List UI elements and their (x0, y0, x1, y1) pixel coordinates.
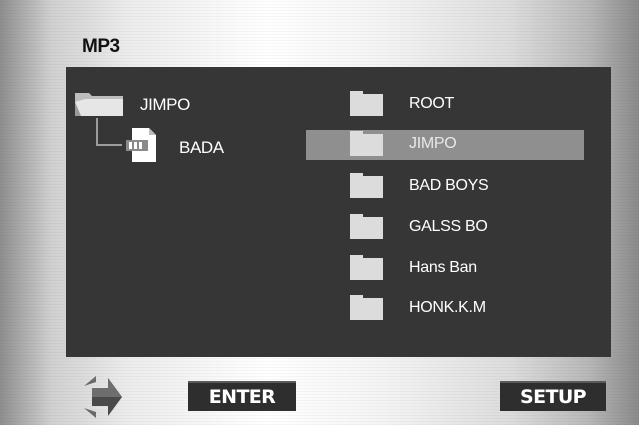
list-item[interactable]: ROOT (306, 90, 584, 120)
tree-root-label[interactable]: JIMPO (140, 95, 190, 115)
folder-icon (350, 214, 383, 239)
list-item[interactable]: Hans Ban (306, 254, 584, 284)
tree-connector-line (96, 118, 122, 146)
list-item-label: ROOT (409, 95, 455, 112)
folder-icon (350, 295, 383, 320)
folder-open-icon[interactable] (75, 90, 123, 116)
page-title: MP3 (82, 36, 120, 57)
list-item-label: HONK.K.M (409, 299, 486, 316)
list-item-label: Hans Ban (409, 259, 477, 276)
list-item[interactable]: GALSS BO (306, 213, 584, 243)
enter-button[interactable]: ENTER (188, 381, 296, 411)
mp3-file-icon[interactable] (126, 128, 158, 162)
list-item[interactable]: HONK.K.M (306, 294, 584, 324)
tree-child-label[interactable]: BADA (179, 138, 224, 158)
setup-button[interactable]: SETUP (500, 381, 606, 411)
list-item-label: JIMPO (409, 135, 457, 152)
folder-icon (350, 91, 383, 116)
folder-icon (350, 173, 383, 198)
folder-icon (350, 131, 383, 156)
directional-arrows-icon[interactable] (78, 374, 122, 420)
list-item-selected[interactable]: JIMPO (306, 130, 584, 160)
list-item-label: GALSS BO (409, 218, 488, 235)
list-item-label: BAD BOYS (409, 177, 489, 194)
list-item[interactable]: BAD BOYS (306, 172, 584, 202)
folder-icon (350, 255, 383, 280)
